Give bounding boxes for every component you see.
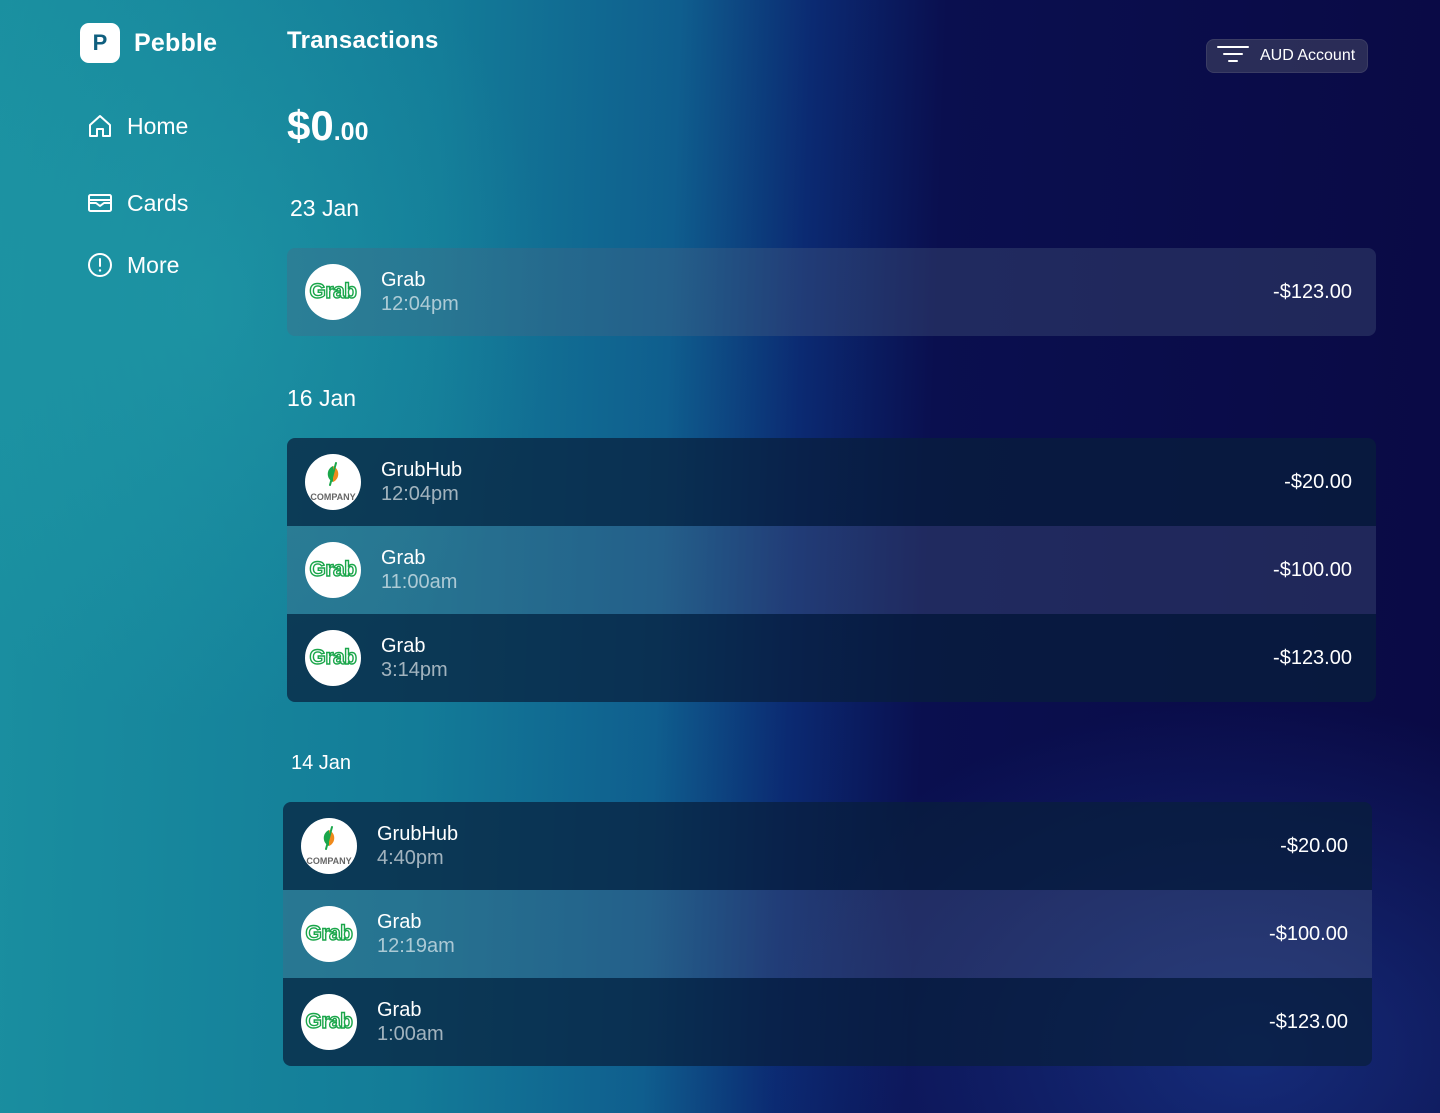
brand[interactable]: P Pebble (80, 23, 217, 63)
grab-logo-text: Grab (305, 1009, 354, 1033)
grab-logo-text: Grab (309, 279, 358, 303)
grab-logo: Grab (305, 264, 361, 320)
transaction-time: 12:04pm (381, 483, 459, 505)
transaction-time: 12:19am (377, 935, 455, 957)
filter-icon (1216, 43, 1250, 70)
card-icon (86, 189, 114, 217)
account-selector-label: AUD Account (1260, 47, 1356, 64)
merchant-name: GrubHub (377, 823, 459, 845)
transaction-amount: -$20.00 (1280, 834, 1348, 857)
transaction-amount: -$123.00 (1273, 646, 1352, 669)
transaction-time: 12:04pm (381, 293, 459, 315)
company-logo: COMPANY (305, 454, 361, 510)
sidebar-item-label: Home (127, 112, 189, 139)
grab-logo-text: Grab (309, 557, 358, 581)
balance-cents: .00 (333, 118, 369, 146)
grab-logo: Grab (301, 994, 357, 1050)
sidebar-item-home[interactable]: Home (86, 112, 188, 140)
transaction-group: COMPANY GrubHub 12:04pm -$20.00 Grab Gra… (287, 438, 1376, 702)
transaction-amount: -$123.00 (1269, 1010, 1348, 1033)
transaction-row[interactable]: Grab Grab 3:14pm -$123.00 (287, 614, 1376, 702)
transaction-row[interactable]: Grab Grab 1:00am -$123.00 (283, 978, 1372, 1066)
transaction-row[interactable]: Grab Grab 12:19am -$100.00 (283, 890, 1372, 978)
merchant-name: Grab (381, 547, 426, 569)
transaction-amount: -$100.00 (1273, 558, 1352, 581)
date-header: 23 Jan (290, 195, 360, 221)
sidebar-item-label: More (127, 251, 180, 278)
sidebar-item-label: Cards (127, 189, 189, 216)
transaction-row[interactable]: Grab Grab 12:04pm -$123.00 (287, 248, 1376, 336)
company-logo-text: COMPANY (306, 856, 351, 866)
transaction-time: 4:40pm (377, 847, 444, 869)
transaction-time: 3:14pm (381, 659, 448, 681)
merchant-name: Grab (377, 911, 422, 933)
transaction-group: COMPANY GrubHub 4:40pm -$20.00 Grab Grab… (283, 802, 1372, 1066)
merchant-name: Grab (377, 999, 422, 1021)
account-selector-button[interactable]: AUD Account (1206, 39, 1368, 73)
merchant-name: Grab (381, 635, 426, 657)
transaction-row[interactable]: COMPANY GrubHub 4:40pm -$20.00 (283, 802, 1372, 890)
transaction-time: 1:00am (377, 1023, 444, 1045)
merchant-name: GrubHub (381, 459, 463, 481)
brand-logo-letter: P (92, 30, 108, 55)
grab-logo: Grab (301, 906, 357, 962)
balance-amount: $0.00 (287, 102, 368, 150)
transaction-amount: -$20.00 (1284, 470, 1352, 493)
info-icon (86, 251, 114, 279)
date-header: 14 Jan (291, 752, 352, 774)
sidebar-item-more[interactable]: More (86, 251, 179, 279)
balance-main: $0 (287, 102, 334, 149)
grab-logo: Grab (305, 630, 361, 686)
grab-logo-text: Grab (309, 645, 358, 669)
brand-name: Pebble (134, 28, 218, 57)
transaction-amount: -$100.00 (1269, 922, 1348, 945)
brand-logo: P (80, 23, 120, 63)
grab-logo: Grab (305, 542, 361, 598)
transaction-time: 11:00am (381, 571, 458, 593)
company-logo: COMPANY (301, 818, 357, 874)
home-icon (86, 112, 114, 140)
grab-logo-text: Grab (305, 921, 354, 945)
merchant-name: Grab (381, 269, 426, 291)
date-header: 16 Jan (287, 385, 357, 411)
company-logo-text: COMPANY (310, 492, 355, 502)
transaction-group: Grab Grab 12:04pm -$123.00 (287, 248, 1376, 336)
transaction-row[interactable]: COMPANY GrubHub 12:04pm -$20.00 (287, 438, 1376, 526)
page-title: Transactions (287, 27, 439, 54)
transaction-amount: -$123.00 (1273, 280, 1352, 303)
sidebar-item-cards[interactable]: Cards (86, 189, 188, 217)
transaction-row[interactable]: Grab Grab 11:00am -$100.00 (287, 526, 1376, 614)
